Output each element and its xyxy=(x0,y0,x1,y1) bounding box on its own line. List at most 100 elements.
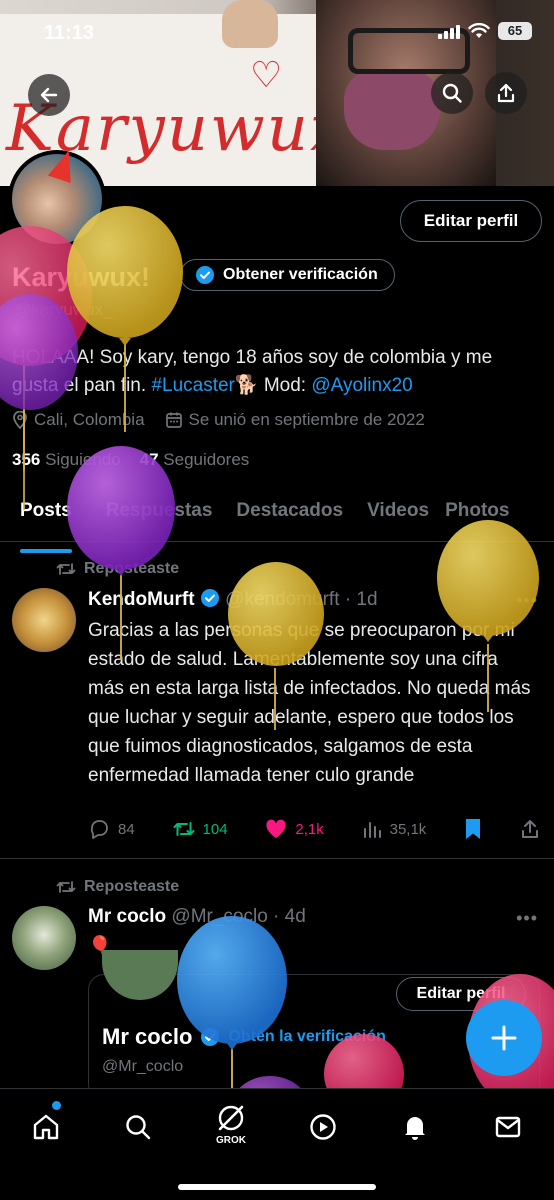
post-author-handle[interactable]: @kendomurft xyxy=(225,589,339,610)
nav-video[interactable] xyxy=(303,1107,343,1147)
nav-home[interactable] xyxy=(26,1107,66,1147)
post-author-avatar[interactable] xyxy=(12,588,76,652)
home-indicator[interactable] xyxy=(178,1184,376,1190)
home-notification-dot xyxy=(52,1101,61,1110)
post-header: KendoMurft @kendomurft · 1d xyxy=(88,588,378,611)
get-verified-label: Obtener verificación xyxy=(223,266,378,283)
like-count: 2,1k xyxy=(295,820,324,838)
bookmark-icon xyxy=(466,819,481,839)
repost-count: 104 xyxy=(202,820,228,838)
repost-icon xyxy=(56,563,76,575)
post-time: 1d xyxy=(356,589,378,610)
views-button[interactable]: 35,1k xyxy=(362,820,427,838)
get-verified-button[interactable]: Obtener verificación xyxy=(180,259,395,291)
post-author-avatar[interactable] xyxy=(12,906,76,970)
repost-indicator: Reposteaste xyxy=(56,878,179,896)
quoted-handle: @Mr_coclo xyxy=(102,1058,184,1075)
grok-icon xyxy=(218,1105,244,1131)
back-button[interactable] xyxy=(28,74,70,116)
post-author-name[interactable]: Mr coclo xyxy=(88,906,166,927)
banner-mask xyxy=(344,70,440,150)
repost-icon xyxy=(173,822,195,836)
tab-highlights[interactable]: Destacados xyxy=(236,496,343,541)
location-pin-icon xyxy=(13,411,27,429)
heart-icon xyxy=(266,819,287,838)
reply-icon xyxy=(90,820,108,839)
repost-label: Reposteaste xyxy=(84,878,180,895)
quoted-verify-link[interactable]: Obtén la verificación xyxy=(228,1028,385,1046)
following-count: 356 xyxy=(12,450,41,469)
followers-count: 47 xyxy=(139,450,159,469)
bookmark-button[interactable] xyxy=(464,818,482,840)
profile-name: Karyuwux! xyxy=(12,262,151,292)
reply-count: 84 xyxy=(118,820,135,838)
tab-videos[interactable]: Videos xyxy=(367,496,429,541)
back-arrow-icon xyxy=(40,87,58,103)
grok-label: GROK xyxy=(216,1135,246,1146)
nav-messages[interactable] xyxy=(488,1107,528,1147)
bell-icon xyxy=(405,1117,425,1140)
share-button[interactable] xyxy=(485,72,527,114)
post-dot-separator: · xyxy=(339,589,357,610)
profile-bio: HOLAAA! Soy kary, tengo 18 años soy de c… xyxy=(12,344,542,400)
search-icon xyxy=(442,83,462,103)
profile-tabs: Posts Respuestas Destacados Videos Photo… xyxy=(0,496,554,553)
like-button[interactable]: 2,1k xyxy=(265,819,324,839)
post-actions: 84 104 2,1k 35,1k xyxy=(88,818,540,840)
signal-icon xyxy=(438,23,460,39)
post-share-button[interactable] xyxy=(520,819,540,839)
verified-badge-icon xyxy=(201,1028,220,1046)
wifi-icon xyxy=(468,23,490,38)
plus-icon xyxy=(491,1025,517,1051)
bio-mod-label: Mod: xyxy=(258,375,312,396)
follow-stats: 356 Siguiendo 47 Seguidores xyxy=(12,450,249,470)
nav-grok[interactable]: GROK xyxy=(211,1099,251,1149)
mail-icon xyxy=(495,1116,521,1138)
views-count: 35,1k xyxy=(389,820,427,838)
status-icons: 65 xyxy=(438,22,532,40)
home-icon xyxy=(33,1114,59,1140)
nav-search[interactable] xyxy=(118,1107,158,1147)
post-text: Gracias a las personas que se preocuparo… xyxy=(88,620,531,786)
joined-text: Se unió en septiembre de 2022 xyxy=(188,410,425,429)
battery-indicator: 65 xyxy=(498,22,532,40)
quoted-name: Mr coclo xyxy=(102,1024,193,1049)
verified-badge-icon xyxy=(200,589,219,607)
share-icon xyxy=(522,820,538,838)
play-circle-icon xyxy=(310,1114,336,1140)
views-chart-icon xyxy=(363,822,381,838)
share-icon xyxy=(497,83,515,103)
calendar-icon xyxy=(165,412,182,428)
verified-badge-icon xyxy=(196,266,214,284)
post-more-button[interactable]: ••• xyxy=(516,590,538,611)
compose-post-button[interactable] xyxy=(466,1000,542,1076)
bio-mod-link[interactable]: @Ayolinx20 xyxy=(311,375,412,396)
profile-meta: Cali, Colombia Se unió en septiembre de … xyxy=(12,410,425,430)
following-link[interactable]: 356 Siguiendo xyxy=(12,450,121,469)
location-text: Cali, Colombia xyxy=(34,410,145,429)
edit-profile-button[interactable]: Editar perfil xyxy=(400,200,542,242)
post-time: 4d xyxy=(284,906,306,927)
repost-label: Reposteaste xyxy=(84,560,180,577)
joined-item: Se unió en septiembre de 2022 xyxy=(165,410,425,430)
profile-handle: @karyuwux_ xyxy=(14,300,113,319)
location-item: Cali, Colombia xyxy=(12,410,145,430)
status-bar: 11:13 65 xyxy=(0,0,554,66)
followers-link[interactable]: 47 Seguidores xyxy=(140,450,250,469)
search-button[interactable] xyxy=(431,72,473,114)
post-author-handle[interactable]: @Mr_coclo xyxy=(171,906,267,927)
repost-button[interactable]: 104 xyxy=(173,820,228,838)
following-label: Siguiendo xyxy=(45,450,121,469)
reply-button[interactable]: 84 xyxy=(88,819,135,839)
repost-icon xyxy=(56,881,76,893)
status-time: 11:13 xyxy=(44,22,95,44)
bio-hashtag-link[interactable]: #Lucaster xyxy=(151,375,234,396)
post-dot-separator: · xyxy=(267,906,285,927)
post-header: Mr coclo @Mr_coclo · 4d xyxy=(88,906,306,928)
nav-notifications[interactable] xyxy=(395,1107,435,1147)
tab-photos[interactable]: Photos xyxy=(445,496,509,541)
post-author-name[interactable]: KendoMurft xyxy=(88,589,195,610)
tab-posts[interactable]: Posts xyxy=(20,496,72,553)
tab-replies[interactable]: Respuestas xyxy=(106,496,213,541)
post-more-button[interactable]: ••• xyxy=(516,908,538,929)
